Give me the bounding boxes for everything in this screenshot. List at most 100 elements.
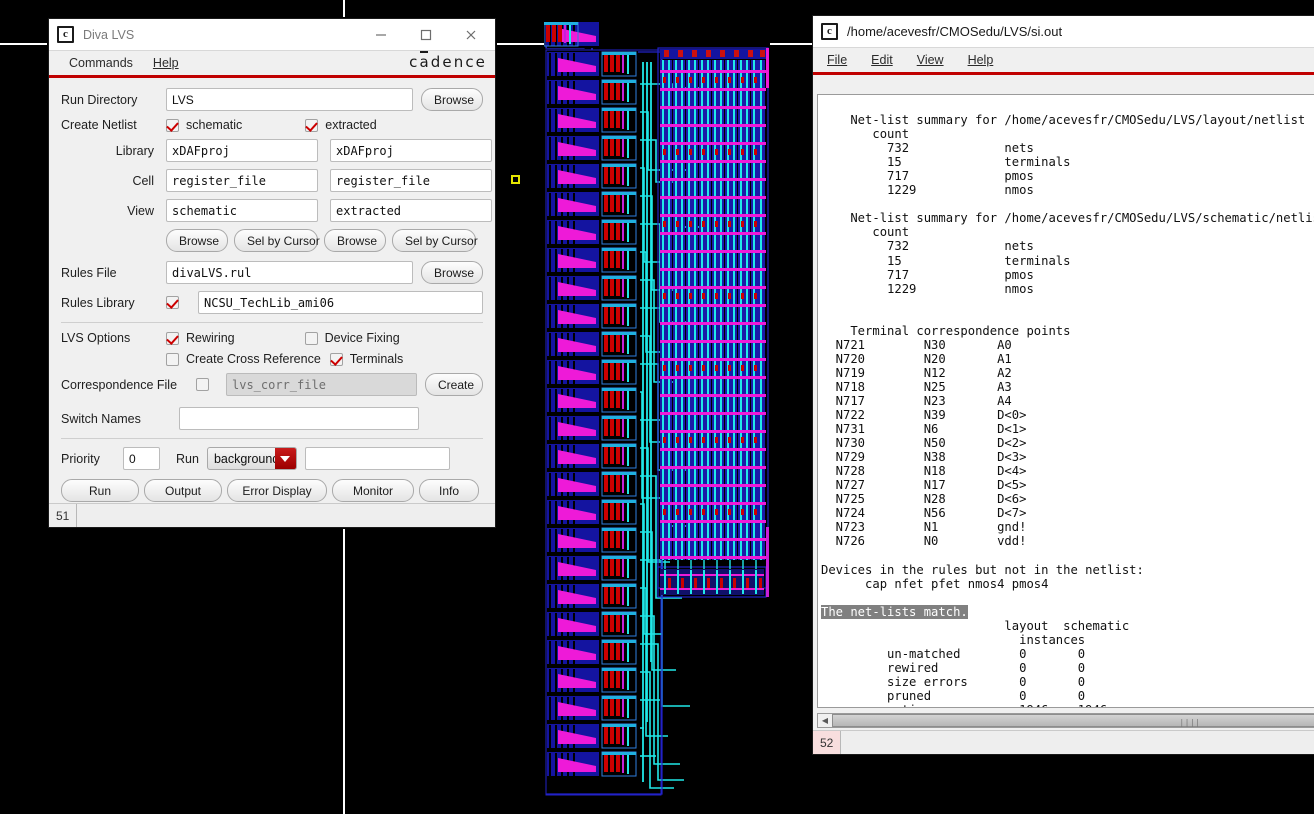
view-schematic-input[interactable] <box>166 199 318 222</box>
view-extracted-input[interactable] <box>330 199 492 222</box>
maximize-icon[interactable] <box>403 19 448 50</box>
priority-label: Priority <box>61 451 100 466</box>
library-label: Library <box>115 143 154 158</box>
info-button[interactable]: Info <box>419 479 479 502</box>
siout-titlebar[interactable]: c /home/acevesfr/CMOSedu/LVS/si.out <box>813 16 1314 48</box>
scroll-left-arrow-icon[interactable]: ◀ <box>818 714 832 727</box>
menu-view-label: View <box>916 53 944 67</box>
menu-file[interactable]: File <box>827 53 859 67</box>
diva-lvs-window[interactable]: c Diva LVS Commands Help cadence Run Dir… <box>48 18 496 528</box>
switch-names-label: Switch Names <box>61 411 141 426</box>
cadence-logo: cadence <box>409 53 487 71</box>
diva-window-title: Diva LVS <box>83 27 135 42</box>
siout-text-content[interactable]: Net-list summary for /home/acevesfr/CMOS… <box>817 94 1314 708</box>
correspondence-file-checkbox[interactable] <box>196 378 209 391</box>
extracted-sel-by-cursor-button[interactable]: Sel by Cursor <box>392 229 478 252</box>
output-button[interactable]: Output <box>144 479 222 502</box>
extracted-browse-button[interactable]: Browse <box>324 229 386 252</box>
devices-missing-line2: cap nfet pfet nmos4 pmos4 <box>821 576 1049 591</box>
desktop: c Diva LVS Commands Help cadence Run Dir… <box>0 0 1314 814</box>
results-summary-block: layout schematic instances un-matched 0 … <box>887 618 1130 707</box>
schematic-browse-button[interactable]: Browse <box>166 229 228 252</box>
scroll-grip-icon: |||| <box>1179 718 1201 727</box>
netlist-summary-block: Net-list summary for /home/acevesfr/CMOS… <box>835 113 1314 549</box>
terminals-label: Terminals <box>349 352 404 366</box>
row-run-directory: Run Directory Browse <box>61 88 483 111</box>
terminals-checkbox[interactable] <box>329 352 343 366</box>
close-icon[interactable] <box>448 19 493 50</box>
lvs-options-label: LVS Options <box>61 331 131 345</box>
switch-names-input[interactable] <box>179 407 419 430</box>
siout-window[interactable]: c /home/acevesfr/CMOSedu/LVS/si.out File… <box>812 15 1314 755</box>
siout-horizontal-scrollbar[interactable]: ◀ |||| <box>817 713 1314 728</box>
siout-accent-rule <box>813 72 1314 75</box>
menu-edit[interactable]: Edit <box>859 53 905 67</box>
rewiring-checkbox[interactable] <box>166 331 179 345</box>
device-fixing-checkbox[interactable] <box>304 331 318 345</box>
siout-status-field[interactable] <box>841 731 1314 754</box>
cadence-app-icon: c <box>821 23 838 40</box>
diva-status-field[interactable] <box>77 504 495 527</box>
schematic-sel-by-cursor-button[interactable]: Sel by Cursor <box>234 229 320 252</box>
cell-schematic-input[interactable] <box>166 169 318 192</box>
run-button[interactable]: Run <box>61 479 139 502</box>
menu-help[interactable]: Help <box>956 53 1006 67</box>
run-mode-select[interactable]: background <box>206 447 297 470</box>
run-directory-label: Run Directory <box>61 92 138 107</box>
diva-titlebar[interactable]: c Diva LVS <box>49 19 495 51</box>
error-display-button[interactable]: Error Display <box>227 479 327 502</box>
row-action-buttons: Run Output Error Display Monitor Info <box>61 479 483 502</box>
selection-marker <box>511 175 520 184</box>
row-cross-reference: Create Cross Reference Terminals <box>61 352 483 366</box>
rules-file-label: Rules File <box>61 265 117 280</box>
monitor-button[interactable]: Monitor <box>332 479 414 502</box>
diva-form: Run Directory Browse Create Netlist sche… <box>49 78 495 502</box>
row-netlist-buttons: Browse Sel by Cursor Browse Sel by Curso… <box>61 229 483 252</box>
library-extracted-input[interactable] <box>330 139 492 162</box>
siout-menubar[interactable]: File Edit View Help <box>813 48 1314 72</box>
divider-1 <box>61 322 483 323</box>
siout-statusbar: 52 <box>813 730 1314 754</box>
row-create-netlist: Create Netlist schematic extracted <box>61 118 483 132</box>
rules-file-input[interactable] <box>166 261 413 284</box>
row-cell: Cell <box>61 169 492 192</box>
create-cross-reference-checkbox[interactable] <box>166 352 179 366</box>
row-rules-file: Rules File Browse <box>61 261 483 284</box>
menu-view[interactable]: View <box>905 53 956 67</box>
register-file-layout-canvas[interactable] <box>544 22 770 797</box>
menu-help-label: Help <box>967 53 994 67</box>
divider-2 <box>61 438 483 439</box>
schematic-checkbox[interactable] <box>166 118 179 132</box>
correspondence-file-create-button[interactable]: Create <box>425 373 483 396</box>
rules-library-checkbox[interactable] <box>166 296 179 309</box>
diva-status-number: 51 <box>49 504 78 527</box>
desktop-guide-horizontal-far-right <box>770 43 814 45</box>
library-schematic-input[interactable] <box>166 139 318 162</box>
minimize-icon[interactable] <box>358 19 403 50</box>
cell-label: Cell <box>132 173 154 188</box>
priority-input[interactable] <box>123 447 160 470</box>
scroll-thumb[interactable]: |||| <box>832 714 1314 727</box>
menu-edit-label: Edit <box>871 53 893 67</box>
view-label: View <box>127 203 154 218</box>
run-host-input[interactable] <box>304 447 450 470</box>
netlist-match-message: The net-lists match. <box>821 604 968 619</box>
run-directory-browse-button[interactable]: Browse <box>421 88 483 111</box>
chevron-down-icon[interactable] <box>274 448 296 469</box>
correspondence-file-input[interactable] <box>226 373 417 396</box>
schematic-checkbox-label: schematic <box>186 118 243 132</box>
cell-extracted-input[interactable] <box>330 169 492 192</box>
extracted-checkbox[interactable] <box>305 118 319 132</box>
devices-missing-line1: Devices in the rules but not in the netl… <box>821 562 1144 577</box>
diva-menubar[interactable]: Commands Help cadence <box>49 51 495 75</box>
menu-commands[interactable]: Commands <box>59 56 143 70</box>
siout-status-number: 52 <box>813 731 842 754</box>
create-netlist-label: Create Netlist <box>61 118 137 132</box>
row-priority-run: Priority Run background <box>61 447 483 470</box>
menu-help[interactable]: Help <box>143 56 189 70</box>
rewiring-label: Rewiring <box>186 331 235 345</box>
run-directory-input[interactable] <box>166 88 413 111</box>
menu-file-label: File <box>827 53 848 67</box>
rules-file-browse-button[interactable]: Browse <box>421 261 483 284</box>
rules-library-input[interactable] <box>198 291 483 314</box>
